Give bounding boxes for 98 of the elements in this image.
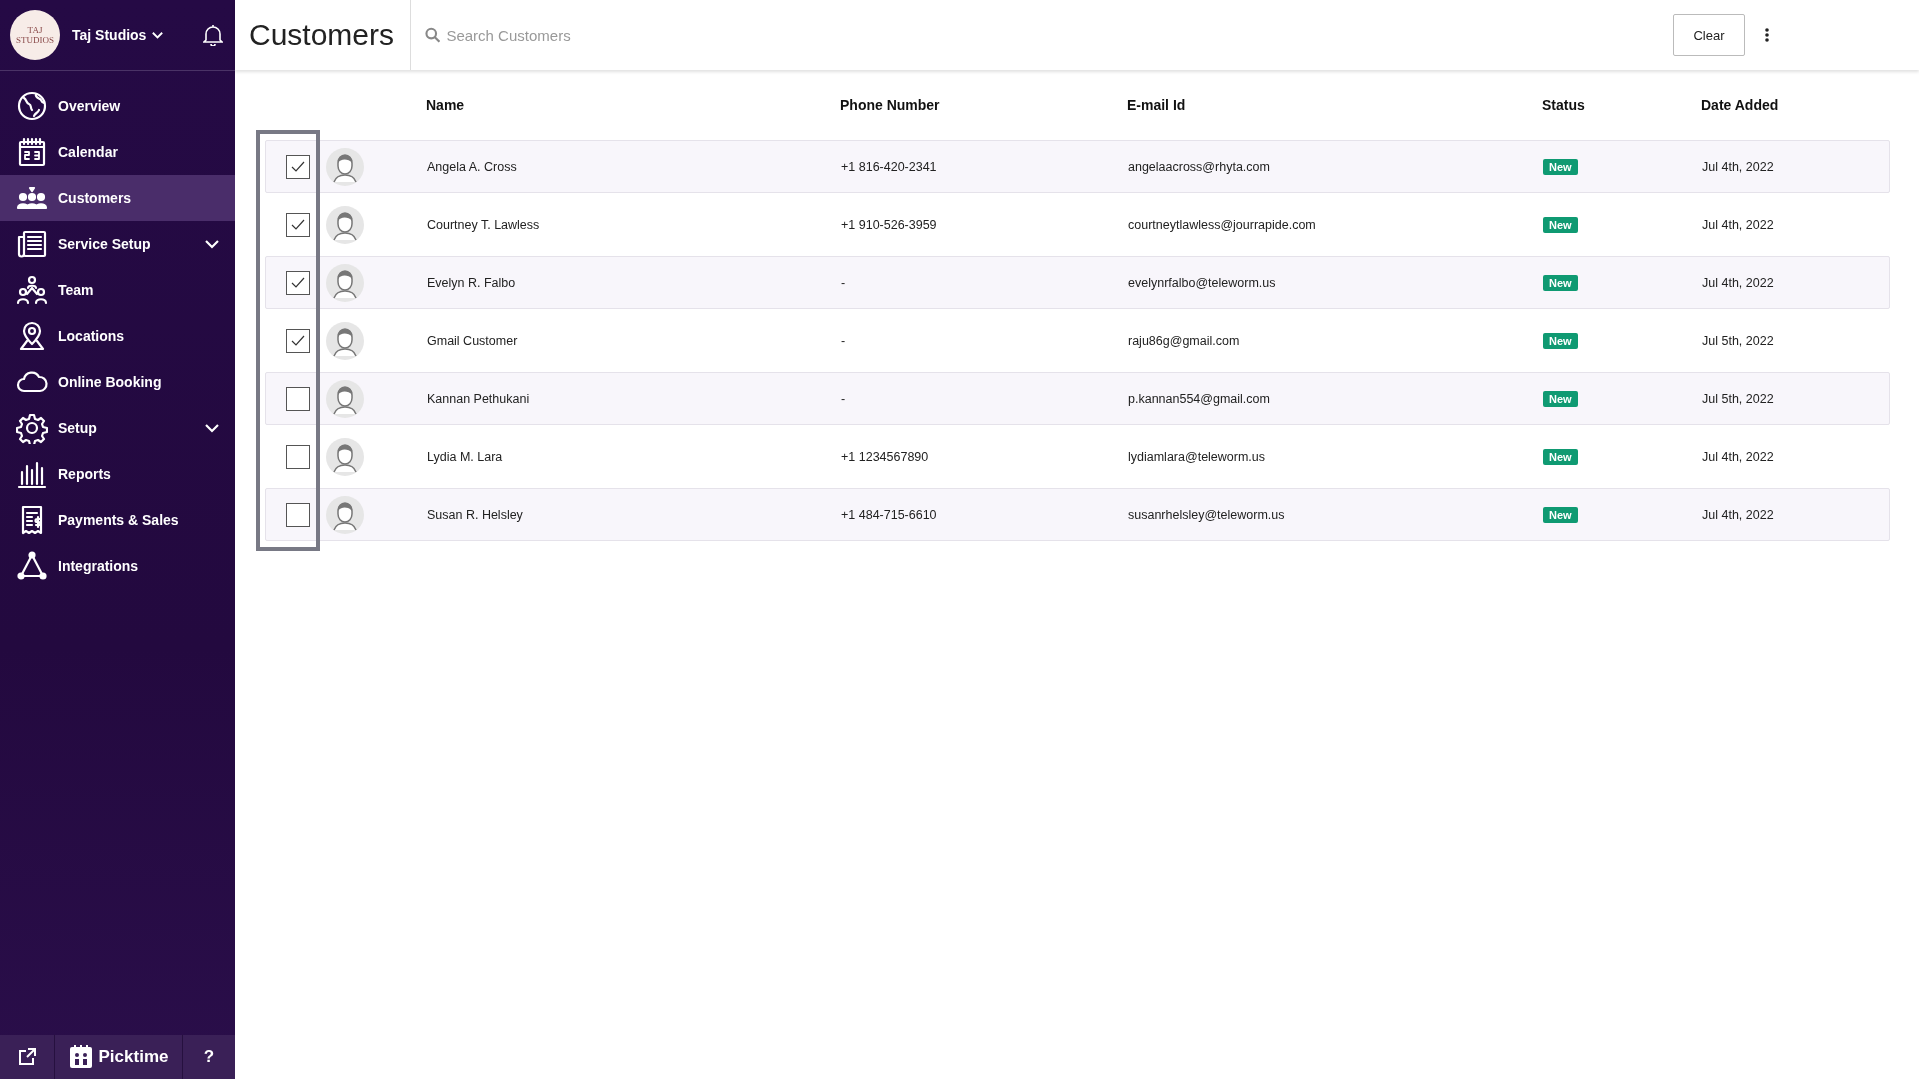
document-list-icon bbox=[16, 228, 48, 260]
email-address: courtneytlawless@jourrapide.com bbox=[1128, 217, 1317, 232]
checkmark-icon bbox=[291, 219, 305, 230]
customer-name: Lydia M. Lara bbox=[427, 449, 504, 464]
phone-number: +1 1234567890 bbox=[841, 449, 930, 464]
page-title: Customers bbox=[235, 0, 412, 70]
search-icon bbox=[425, 27, 441, 43]
status-badge: New bbox=[1543, 332, 1578, 349]
clear-button[interactable]: Clear bbox=[1673, 14, 1745, 56]
caret-icon bbox=[152, 31, 164, 39]
email-address: raju86g@gmail.com bbox=[1128, 333, 1241, 348]
date-added: Jul 4th, 2022 bbox=[1702, 275, 1775, 290]
phone-number: - bbox=[841, 391, 847, 406]
phone-number: +1 816-420-2341 bbox=[841, 159, 938, 174]
status-badge: New bbox=[1543, 216, 1578, 233]
phone-number: - bbox=[841, 275, 847, 290]
customer-name: Kannan Pethukani bbox=[427, 391, 531, 406]
column-header: Status bbox=[1542, 97, 1586, 113]
date-added: Jul 4th, 2022 bbox=[1702, 449, 1775, 464]
nav-item[interactable]: Customers bbox=[0, 175, 235, 221]
phone-number: +1 910-526-3959 bbox=[841, 217, 938, 232]
column-header: E-mail Id bbox=[1127, 97, 1187, 113]
column-header: Phone Number bbox=[840, 97, 941, 113]
notification-bell-icon[interactable] bbox=[203, 24, 223, 46]
email-address: susanrhelsley@teleworm.us bbox=[1128, 507, 1286, 522]
help-button[interactable]: ? bbox=[197, 1046, 221, 1068]
status-badge: New bbox=[1543, 506, 1578, 523]
date-added: Jul 5th, 2022 bbox=[1702, 333, 1775, 348]
brand-name: Picktime bbox=[98, 1047, 169, 1067]
network-triangle-icon bbox=[16, 550, 48, 582]
row-checkbox[interactable] bbox=[286, 502, 310, 527]
email-address: evelynrfalbo@teleworm.us bbox=[1128, 275, 1277, 290]
nav-label: Integrations bbox=[58, 558, 139, 574]
column-header: Name bbox=[426, 97, 466, 113]
phone-number: - bbox=[841, 333, 847, 348]
nav-item[interactable]: Team bbox=[0, 267, 235, 313]
checkmark-icon bbox=[291, 161, 305, 172]
column-header: Date Added bbox=[1701, 97, 1780, 113]
customer-name: Evelyn R. Falbo bbox=[427, 275, 517, 290]
nav-label: Calendar bbox=[58, 144, 118, 160]
row-checkbox[interactable] bbox=[286, 444, 310, 469]
phone-number: +1 484-715-6610 bbox=[841, 507, 938, 522]
checkmark-icon bbox=[291, 335, 305, 346]
avatar-icon bbox=[326, 495, 364, 534]
email-address: angelaacross@rhyta.com bbox=[1128, 159, 1271, 174]
date-added: Jul 5th, 2022 bbox=[1702, 391, 1775, 406]
external-link-icon[interactable] bbox=[18, 1048, 36, 1066]
status-badge: New bbox=[1543, 158, 1578, 175]
nav-label: Locations bbox=[58, 328, 125, 344]
nav-item[interactable]: Calendar bbox=[0, 129, 235, 175]
nav-label: Online Booking bbox=[58, 374, 162, 390]
more-options-icon[interactable] bbox=[1765, 28, 1769, 42]
avatar-icon bbox=[326, 147, 364, 186]
row-checkbox[interactable] bbox=[286, 386, 310, 411]
calendar-icon bbox=[16, 136, 48, 168]
nav-label: Service Setup bbox=[58, 236, 151, 252]
nav-label: Customers bbox=[58, 190, 132, 206]
nav-item[interactable]: Online Booking bbox=[0, 359, 235, 405]
nav-item[interactable]: Service Setup bbox=[0, 221, 235, 267]
nav-item[interactable]: Locations bbox=[0, 313, 235, 359]
row-checkbox[interactable] bbox=[286, 154, 310, 179]
status-badge: New bbox=[1543, 274, 1578, 291]
nav-item[interactable]: Payments & Sales bbox=[0, 497, 235, 543]
status-badge: New bbox=[1543, 390, 1578, 407]
customer-name: Angela A. Cross bbox=[427, 159, 518, 174]
globe-icon bbox=[16, 90, 48, 122]
email-address: lydiamlara@teleworm.us bbox=[1128, 449, 1267, 464]
avatar-icon bbox=[326, 321, 364, 360]
email-address: p.kannan554@gmail.com bbox=[1128, 391, 1271, 406]
settings-icon bbox=[16, 412, 48, 444]
team-icon bbox=[16, 274, 48, 306]
row-checkbox[interactable] bbox=[286, 270, 310, 295]
nav-label: Team bbox=[58, 282, 94, 298]
studio-logo: TAJ STUDIOS bbox=[10, 10, 60, 60]
date-added: Jul 4th, 2022 bbox=[1702, 507, 1775, 522]
customer-name: Susan R. Helsley bbox=[427, 507, 524, 522]
status-badge: New bbox=[1543, 448, 1578, 465]
picktime-logo-icon bbox=[68, 1045, 93, 1069]
nav-item[interactable]: Overview bbox=[0, 83, 235, 129]
nav-item[interactable]: Setup bbox=[0, 405, 235, 451]
avatar-icon bbox=[326, 437, 364, 476]
row-checkbox[interactable] bbox=[286, 212, 310, 237]
row-checkbox[interactable] bbox=[286, 328, 310, 353]
nav-item[interactable]: Reports bbox=[0, 451, 235, 497]
checkmark-icon bbox=[291, 277, 305, 288]
customer-name: Courtney T. Lawless bbox=[427, 217, 541, 232]
avatar-icon bbox=[326, 379, 364, 418]
nav-item[interactable]: Integrations bbox=[0, 543, 235, 589]
avatar-icon bbox=[326, 205, 364, 244]
date-added: Jul 4th, 2022 bbox=[1702, 217, 1775, 232]
customer-name: Gmail Customer bbox=[427, 333, 519, 348]
account-dropdown[interactable]: Taj Studios bbox=[72, 27, 164, 43]
date-added: Jul 4th, 2022 bbox=[1702, 159, 1775, 174]
nav-label: Overview bbox=[58, 98, 121, 114]
avatar-icon bbox=[326, 263, 364, 302]
nav-label: Reports bbox=[58, 466, 111, 482]
nav-label: Payments & Sales bbox=[58, 512, 179, 528]
nav-label: Setup bbox=[58, 420, 97, 436]
